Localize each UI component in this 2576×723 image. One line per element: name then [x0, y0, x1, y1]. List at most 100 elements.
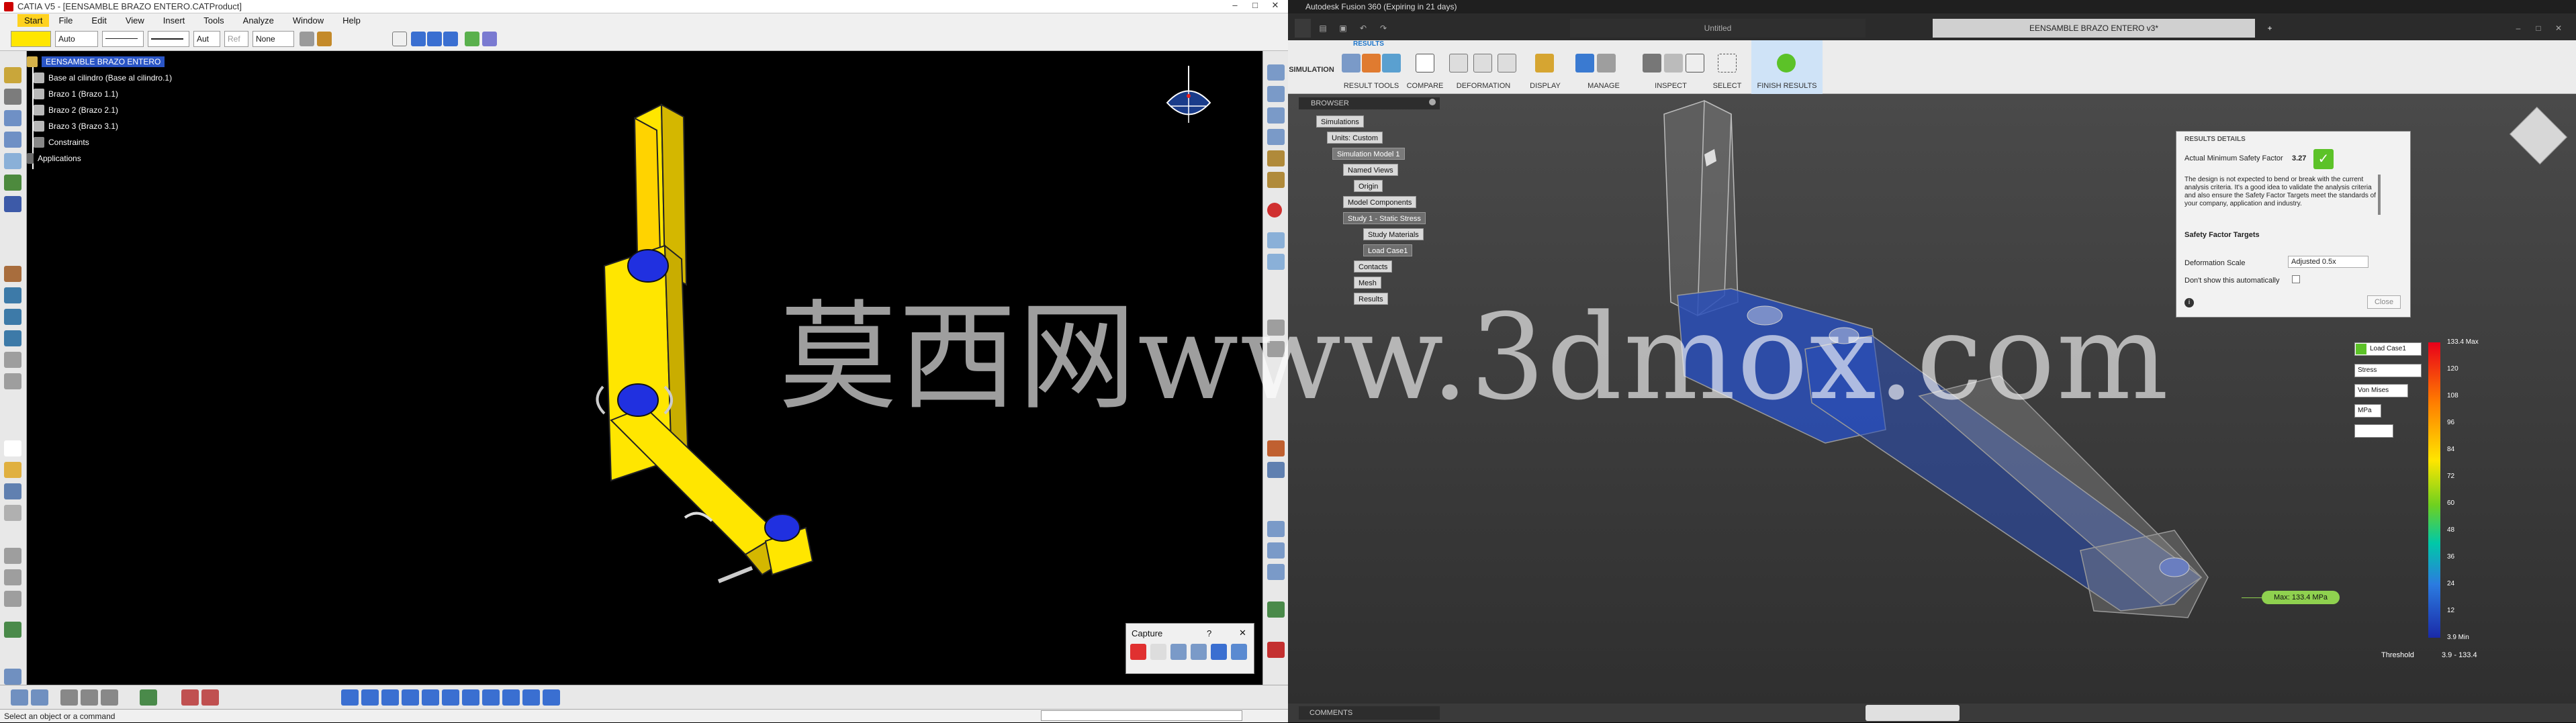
comments-bar[interactable]: COMMENTS: [1299, 706, 1440, 720]
menu-edit[interactable]: Edit: [82, 15, 116, 26]
open-icon[interactable]: [4, 462, 21, 478]
fit-all-icon[interactable]: [11, 689, 28, 706]
view-pan-icon[interactable]: [381, 689, 399, 706]
album-icon[interactable]: [1211, 644, 1227, 660]
select-mode-icon[interactable]: [1150, 644, 1166, 660]
pan-icon[interactable]: [443, 32, 458, 46]
zoom-in-icon[interactable]: [422, 689, 439, 706]
info-icon[interactable]: i: [2184, 298, 2194, 307]
reuse-pattern-icon[interactable]: [1267, 254, 1285, 270]
tree-item[interactable]: Brazo 3 (Brazo 3.1): [34, 121, 118, 132]
safety-factor-targets[interactable]: Safety Factor Targets: [2184, 231, 2260, 239]
hide-icon[interactable]: [522, 689, 540, 706]
capture-icon[interactable]: [1191, 644, 1207, 660]
contact-icon[interactable]: [1267, 86, 1285, 102]
update-icon[interactable]: [1267, 232, 1285, 248]
compass-icon[interactable]: [1162, 66, 1215, 126]
tree-item[interactable]: Brazo 2 (Brazo 2.1): [34, 105, 118, 115]
replace-icon[interactable]: [4, 132, 21, 148]
browser-contacts[interactable]: Contacts: [1354, 260, 1393, 273]
finish-results-button[interactable]: FINISH RESULTS: [1751, 40, 1823, 94]
measure-inertia-icon[interactable]: [1267, 564, 1285, 580]
explode-icon[interactable]: [4, 287, 21, 303]
minimize-icon[interactable]: –: [1225, 0, 1245, 13]
browser-pin-icon[interactable]: [1429, 99, 1436, 105]
undo-icon[interactable]: [4, 622, 21, 638]
browser-study[interactable]: Study 1 - Static Stress: [1343, 212, 1426, 224]
fly-icon[interactable]: [427, 32, 442, 46]
swap-visible-icon[interactable]: [543, 689, 560, 706]
help-button[interactable]: ?: [1207, 628, 1211, 638]
browser-simulations[interactable]: Simulations: [1316, 115, 1364, 128]
measure-icon[interactable]: [465, 32, 479, 46]
tree-item[interactable]: Base al cilindro (Base al cilindro.1): [34, 73, 172, 83]
browser-load-case[interactable]: Load Case1: [1363, 244, 1413, 256]
format-painter-icon[interactable]: [300, 32, 314, 46]
zoom-out-icon[interactable]: [442, 689, 459, 706]
workspace-switcher[interactable]: SIMULATION: [1288, 40, 1335, 94]
menu-help[interactable]: Help: [333, 15, 370, 26]
tab-untitled[interactable]: Untitled: [1570, 19, 1866, 38]
display-group[interactable]: DISPLAY: [1523, 40, 1567, 94]
minimize-icon[interactable]: –: [2510, 19, 2526, 38]
graph-icon[interactable]: [4, 153, 21, 169]
normal-to-icon[interactable]: [462, 689, 479, 706]
constraint-coincidence-icon[interactable]: [1267, 64, 1285, 81]
app-grid-icon[interactable]: [1295, 19, 1311, 38]
menu-analyze[interactable]: Analyze: [234, 15, 283, 26]
scrollbar[interactable]: [2378, 175, 2381, 215]
transparency-select[interactable]: Auto: [55, 31, 98, 47]
browser-origin[interactable]: Origin: [1354, 180, 1383, 192]
maximize-icon[interactable]: □: [2530, 19, 2546, 38]
snap-icon[interactable]: [4, 266, 21, 282]
hide-show-icon[interactable]: [81, 689, 98, 706]
tree-item[interactable]: Applications: [27, 153, 81, 164]
normal-view-icon[interactable]: [31, 689, 48, 706]
scene-view-icon[interactable]: [1267, 462, 1285, 478]
result-type-select[interactable]: Stress: [2354, 364, 2422, 377]
record-icon[interactable]: [1130, 644, 1146, 660]
menu-start[interactable]: Start: [17, 13, 50, 27]
units-select[interactable]: MPa: [2354, 404, 2381, 418]
tab-active-document[interactable]: EENSAMBLE BRAZO ENTERO v3*: [1933, 19, 2255, 38]
undo-icon[interactable]: ↶: [1355, 19, 1371, 38]
manage-group[interactable]: MANAGE: [1570, 40, 1637, 94]
inspect-group[interactable]: INSPECT: [1637, 40, 1704, 94]
manipulate-icon[interactable]: [4, 196, 21, 212]
tree-item[interactable]: Brazo 1 (Brazo 1.1): [34, 89, 118, 99]
ref-select[interactable]: Ref: [224, 31, 248, 47]
component-select[interactable]: Von Mises: [2354, 384, 2408, 397]
menu-file[interactable]: File: [49, 15, 82, 26]
view-rotate-icon[interactable]: [402, 689, 419, 706]
swap-space-icon[interactable]: [101, 689, 118, 706]
whats-this-icon[interactable]: [4, 669, 21, 685]
deformation-group[interactable]: DEFORMATION: [1446, 40, 1520, 94]
command-input[interactable]: [1041, 710, 1242, 721]
color-select[interactable]: [11, 31, 51, 47]
linetype-select[interactable]: [102, 31, 144, 47]
analysis-icon[interactable]: [482, 32, 497, 46]
dont-show-checkbox[interactable]: [2292, 275, 2300, 283]
annotation-icon[interactable]: [1267, 601, 1285, 618]
menu-insert[interactable]: Insert: [154, 15, 195, 26]
catalog-icon[interactable]: [140, 689, 157, 706]
angle-icon[interactable]: [1267, 129, 1285, 145]
navigation-bar[interactable]: [1866, 705, 1960, 721]
redo-icon[interactable]: ↷: [1375, 19, 1391, 38]
result-tools-group[interactable]: RESULT TOOLS: [1339, 40, 1404, 94]
bom-icon[interactable]: [4, 373, 21, 389]
copy-icon[interactable]: [4, 569, 21, 585]
layer-select[interactable]: Aut: [193, 31, 220, 47]
publish-icon[interactable]: [1267, 440, 1285, 456]
measure-between-icon[interactable]: [1267, 521, 1285, 537]
thickness-select[interactable]: [148, 31, 189, 47]
offset-icon[interactable]: [1267, 107, 1285, 124]
menu-view[interactable]: View: [116, 15, 154, 26]
select-group[interactable]: SELECT: [1707, 40, 1747, 94]
record-macro-icon[interactable]: [201, 689, 219, 706]
browser-units[interactable]: Units: Custom: [1327, 132, 1383, 144]
browser-model-components[interactable]: Model Components: [1343, 196, 1417, 208]
fix-together-icon[interactable]: [1267, 172, 1285, 188]
iso-view-icon[interactable]: [482, 689, 500, 706]
brush-icon[interactable]: [317, 32, 332, 46]
